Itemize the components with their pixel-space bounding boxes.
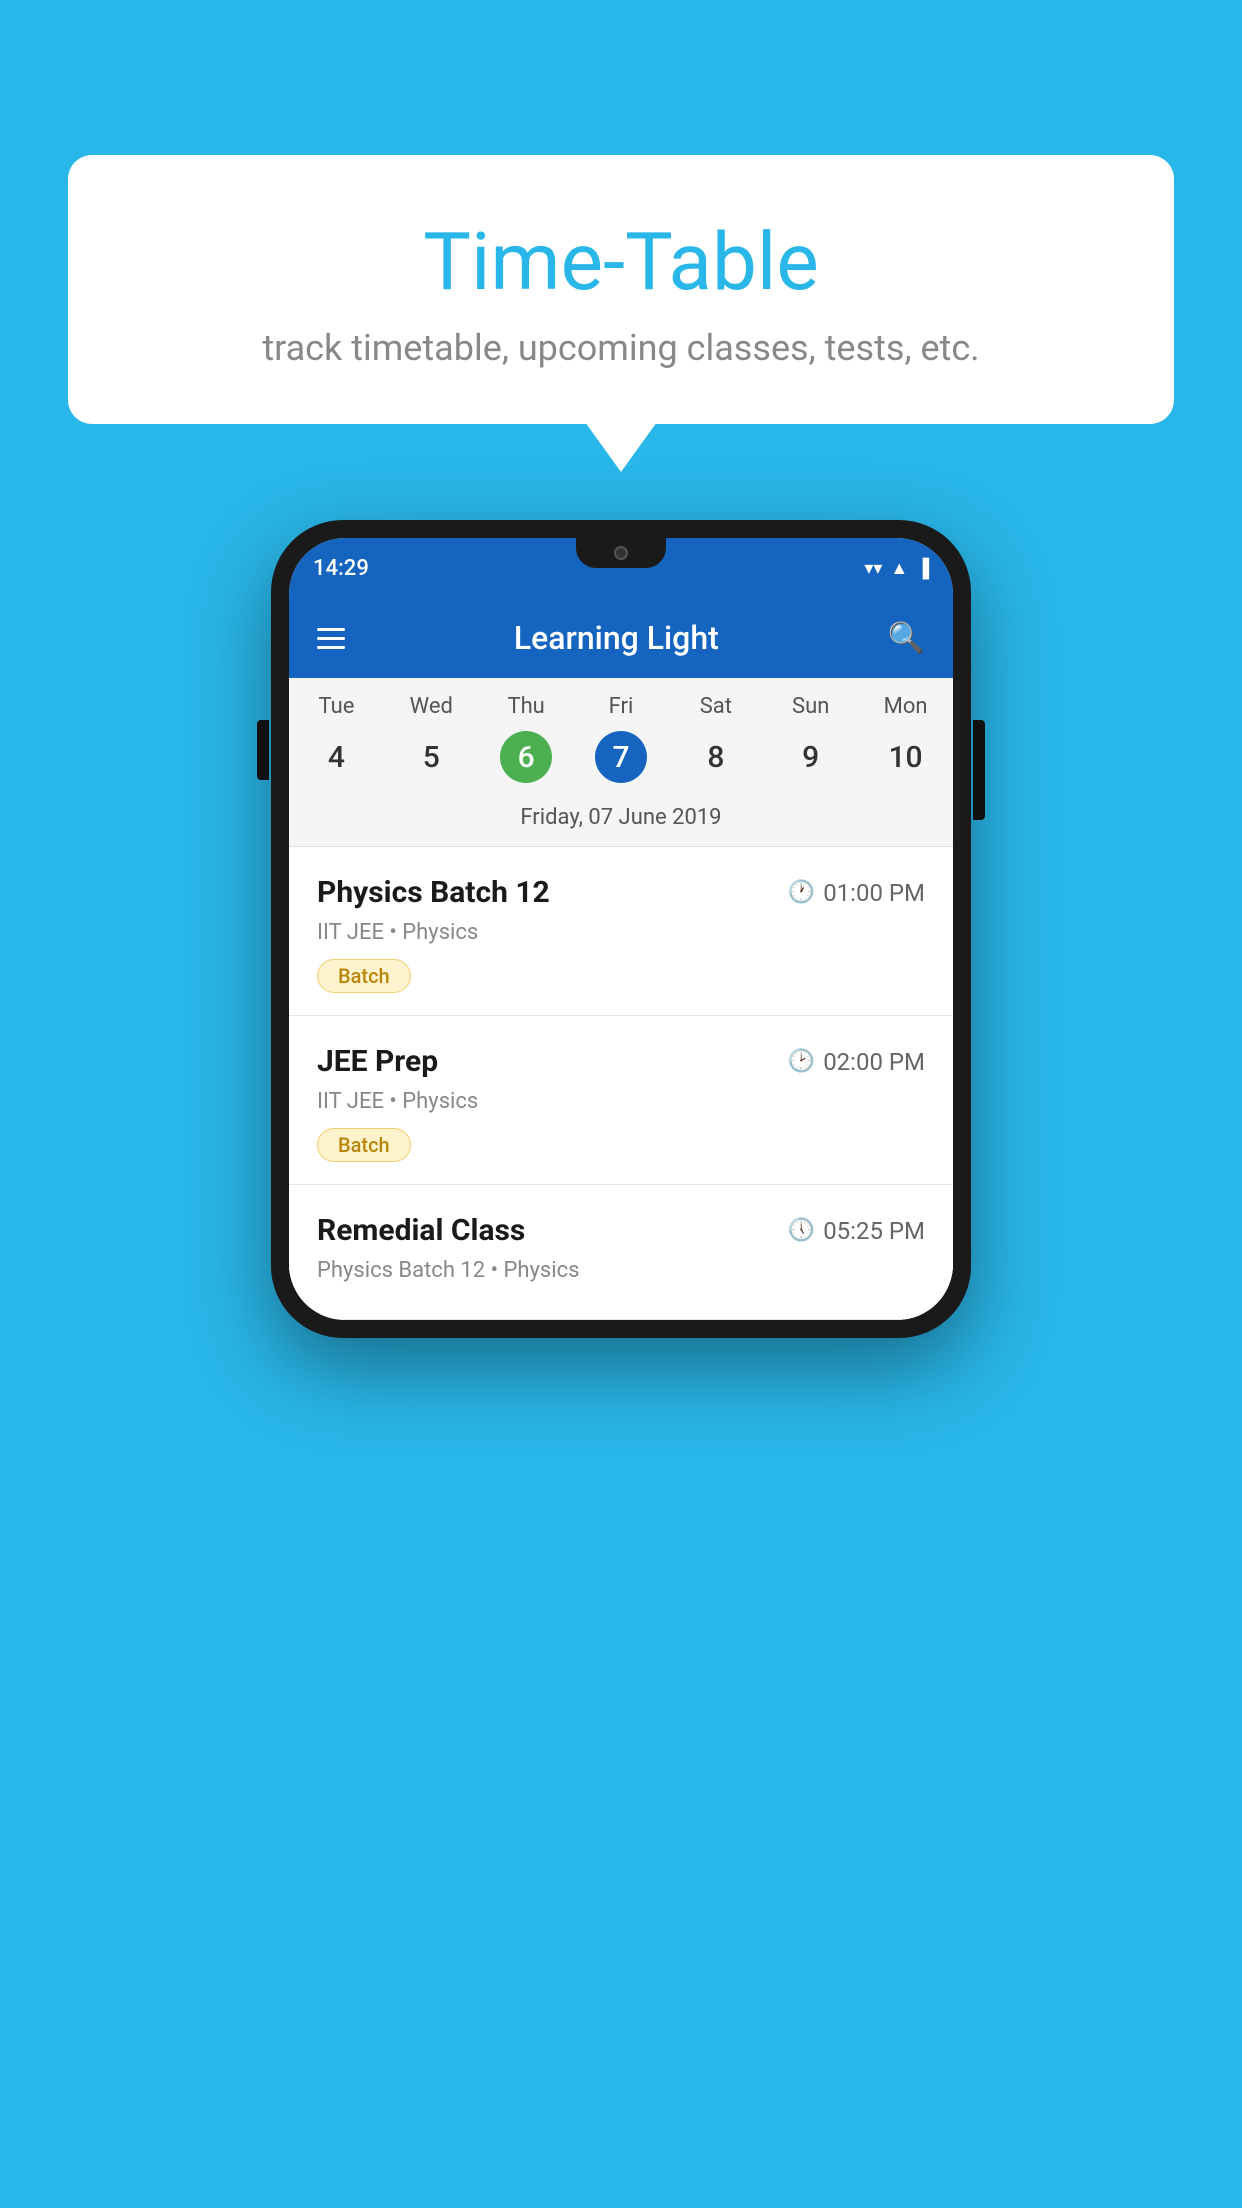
schedule-item-1[interactable]: Physics Batch 12 🕐 01:00 PM IIT JEE • Ph…: [289, 847, 953, 1016]
day-6-today[interactable]: 6: [500, 731, 552, 783]
clock-icon-3: 🕔: [788, 1218, 815, 1243]
speech-bubble: Time-Table track timetable, upcoming cla…: [68, 155, 1174, 424]
schedule-time-value-1: 01:00 PM: [823, 879, 925, 907]
schedule-time-value-2: 02:00 PM: [823, 1048, 925, 1076]
schedule-time-3: 🕔 05:25 PM: [788, 1217, 925, 1245]
status-time: 14:29: [313, 556, 369, 581]
day-5[interactable]: 5: [384, 731, 479, 783]
calendar-strip: Tue Wed Thu Fri Sat Sun Mon 4 5 6 7 8 9 …: [289, 678, 953, 847]
day-7-selected[interactable]: 7: [595, 731, 647, 783]
status-icons: ▾▾ ▲ ▐: [864, 558, 929, 579]
speech-bubble-container: Time-Table track timetable, upcoming cla…: [68, 155, 1174, 424]
clock-icon-2: 🕑: [788, 1049, 815, 1074]
phone-screen: 14:29 ▾▾ ▲ ▐ Learning Light 🔍: [289, 538, 953, 1320]
day-name-sat: Sat: [668, 694, 763, 719]
batch-tag-2: Batch: [317, 1128, 411, 1162]
selected-date-label: Friday, 07 June 2019: [289, 799, 953, 846]
day-name-thu: Thu: [479, 694, 574, 719]
day-name-wed: Wed: [384, 694, 479, 719]
front-camera: [614, 546, 628, 560]
signal-icon: ▲: [890, 558, 908, 579]
app-bar: Learning Light 🔍: [289, 598, 953, 678]
batch-tag-1: Batch: [317, 959, 411, 993]
phone-mockup: 14:29 ▾▾ ▲ ▐ Learning Light 🔍: [271, 520, 971, 1338]
schedule-meta-1: IIT JEE • Physics: [317, 920, 925, 945]
schedule-item-3[interactable]: Remedial Class 🕔 05:25 PM Physics Batch …: [289, 1185, 953, 1320]
schedule-header-1: Physics Batch 12 🕐 01:00 PM: [317, 875, 925, 910]
schedule-name-2: JEE Prep: [317, 1044, 438, 1079]
app-subtitle: track timetable, upcoming classes, tests…: [118, 327, 1124, 369]
day-name-tue: Tue: [289, 694, 384, 719]
app-bar-title: Learning Light: [369, 619, 864, 657]
clock-icon-1: 🕐: [788, 880, 815, 905]
schedule-list: Physics Batch 12 🕐 01:00 PM IIT JEE • Ph…: [289, 847, 953, 1320]
notch-cutout: [576, 538, 666, 568]
schedule-time-2: 🕑 02:00 PM: [788, 1048, 925, 1076]
day-name-mon: Mon: [858, 694, 953, 719]
app-title-heading: Time-Table: [118, 215, 1124, 309]
day-4[interactable]: 4: [289, 731, 384, 783]
day-numbers-row: 4 5 6 7 8 9 10: [289, 727, 953, 799]
schedule-header-3: Remedial Class 🕔 05:25 PM: [317, 1213, 925, 1248]
schedule-name-3: Remedial Class: [317, 1213, 525, 1248]
search-icon[interactable]: 🔍: [888, 621, 925, 656]
day-8[interactable]: 8: [668, 731, 763, 783]
day-9[interactable]: 9: [763, 731, 858, 783]
schedule-time-value-3: 05:25 PM: [823, 1217, 925, 1245]
schedule-name-1: Physics Batch 12: [317, 875, 550, 910]
schedule-item-2[interactable]: JEE Prep 🕑 02:00 PM IIT JEE • Physics Ba…: [289, 1016, 953, 1185]
day-name-sun: Sun: [763, 694, 858, 719]
battery-icon: ▐: [916, 558, 929, 579]
menu-icon[interactable]: [317, 628, 345, 649]
day-name-fri: Fri: [574, 694, 669, 719]
status-bar: 14:29 ▾▾ ▲ ▐: [289, 538, 953, 598]
day-names-row: Tue Wed Thu Fri Sat Sun Mon: [289, 678, 953, 727]
day-10[interactable]: 10: [858, 731, 953, 783]
schedule-meta-2: IIT JEE • Physics: [317, 1089, 925, 1114]
phone-outer-frame: 14:29 ▾▾ ▲ ▐ Learning Light 🔍: [271, 520, 971, 1338]
schedule-header-2: JEE Prep 🕑 02:00 PM: [317, 1044, 925, 1079]
schedule-meta-3: Physics Batch 12 • Physics: [317, 1258, 925, 1283]
wifi-icon: ▾▾: [864, 558, 882, 579]
schedule-time-1: 🕐 01:00 PM: [788, 879, 925, 907]
